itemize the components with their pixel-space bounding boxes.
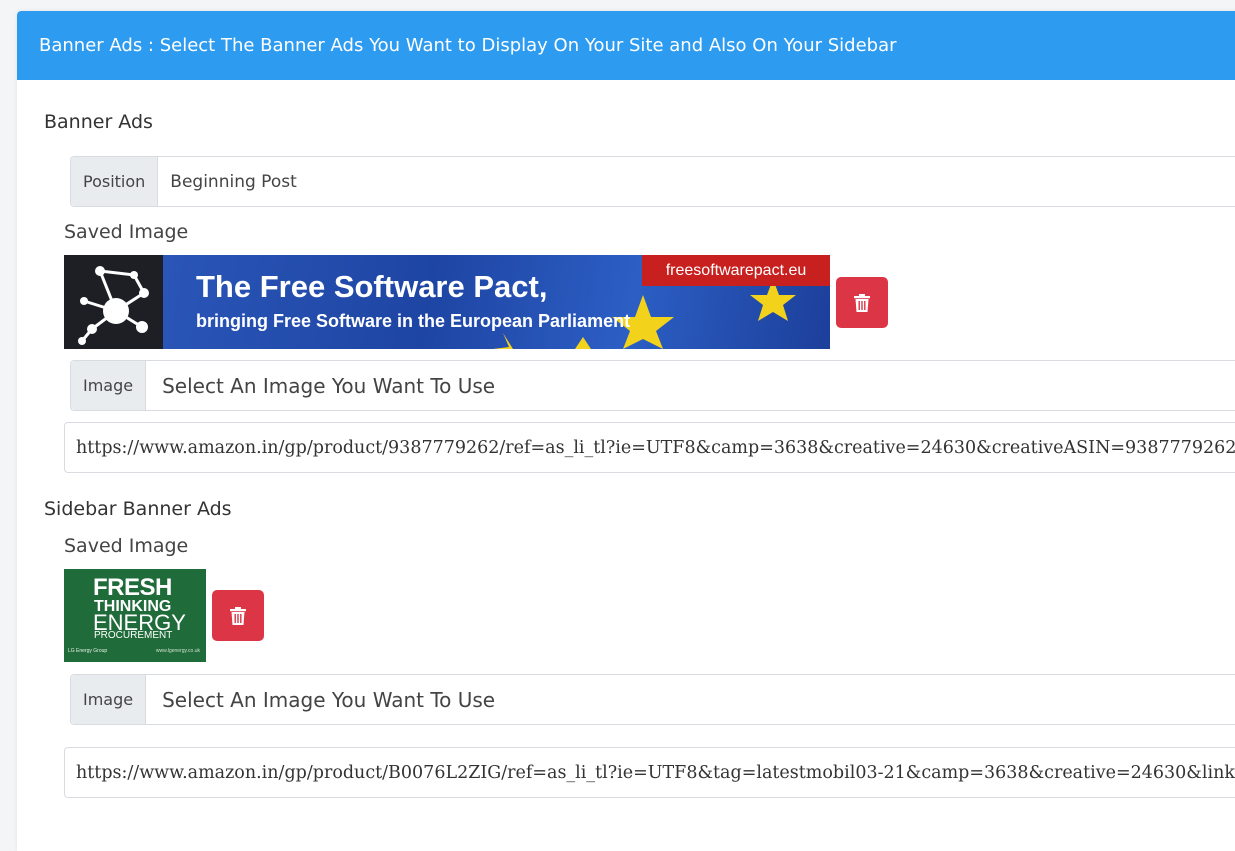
thumb-footer-right: www.lgenergy.co.uk — [155, 648, 200, 654]
trash-icon — [230, 606, 246, 625]
banner-subline: bringing Free Software in the European P… — [196, 311, 631, 331]
banner-headline: The Free Software Pact, — [196, 269, 548, 304]
banner-ads-title: Banner Ads — [44, 111, 153, 133]
delete-sidebar-image-button[interactable] — [212, 590, 264, 641]
position-select[interactable]: Beginning Post — [158, 157, 1235, 206]
saved-banner-image: freesoftwarepact.eu The Free Software Pa… — [64, 255, 830, 349]
sidebar-banner-ads-title: Sidebar Banner Ads — [44, 498, 232, 520]
thumb-footer-left: LG Energy Group — [68, 648, 108, 654]
banner-ads-card: Banner Ads : Select The Banner Ads You W… — [17, 11, 1235, 851]
sidebar-saved-image: FRESH THINKING ENERGY PROCUREMENT LG Ene… — [64, 569, 206, 662]
network-logo-icon — [78, 266, 149, 345]
position-input-group: Position Beginning Post — [70, 156, 1235, 207]
sidebar-saved-image-label: Saved Image — [64, 535, 189, 557]
delete-banner-image-button[interactable] — [836, 277, 888, 328]
banner-image-select[interactable]: Select An Image You Want To Use — [146, 361, 1235, 410]
image-label: Image — [71, 361, 147, 410]
sidebar-url-input[interactable]: https://www.amazon.in/gp/product/B0076L2… — [64, 747, 1235, 798]
sidebar-image-select[interactable]: Select An Image You Want To Use — [146, 675, 1235, 724]
trash-icon — [854, 293, 870, 312]
banner-url-tag: freesoftwarepact.eu — [642, 255, 830, 286]
banner-image-input-group: Image Select An Image You Want To Use — [70, 360, 1235, 411]
banner-url-input[interactable]: https://www.amazon.in/gp/product/9387779… — [64, 422, 1235, 473]
thumb-line-4: PROCUREMENT — [94, 630, 173, 641]
sidebar-image-input-group: Image Select An Image You Want To Use — [70, 674, 1235, 725]
banner-logo — [64, 255, 163, 349]
sidebar-image-label: Image — [71, 675, 147, 724]
saved-image-label: Saved Image — [64, 221, 189, 243]
card-header: Banner Ads : Select The Banner Ads You W… — [17, 11, 1235, 80]
position-label: Position — [71, 157, 159, 206]
